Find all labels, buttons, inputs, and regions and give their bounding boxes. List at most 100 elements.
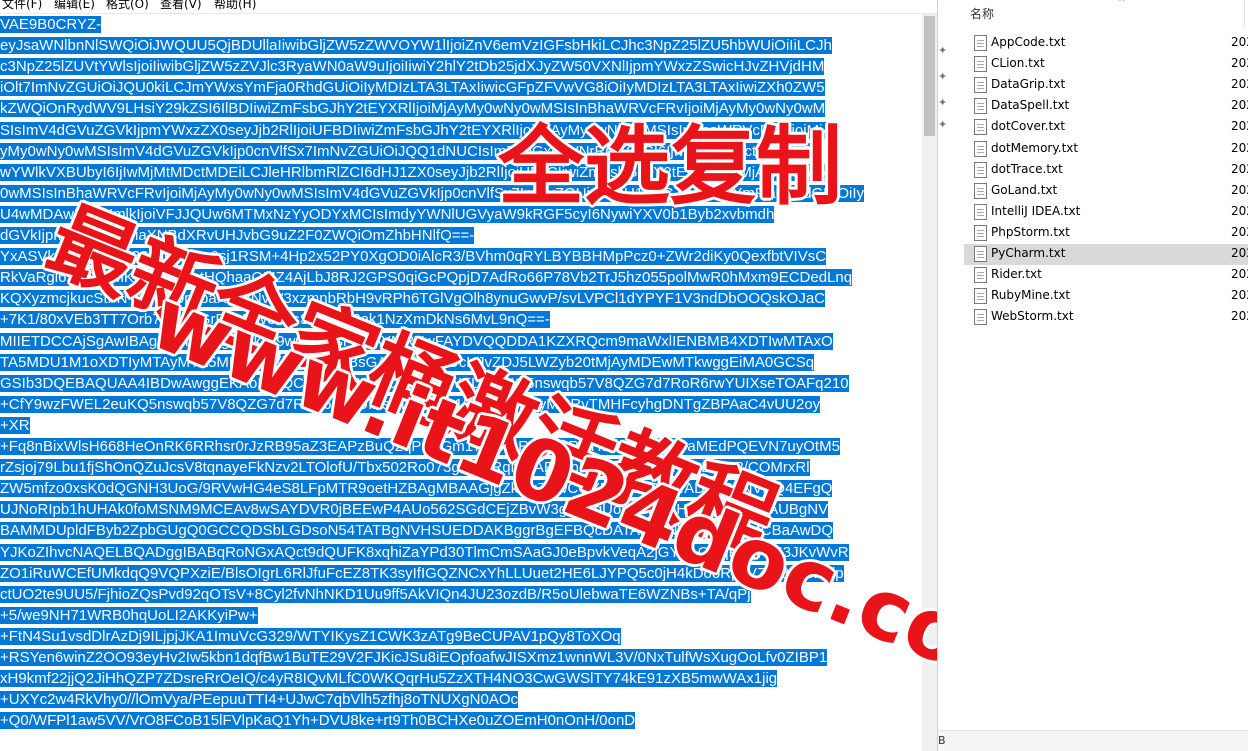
text-line: eyJsaWNlbnNlSWQiOiJWQUU5QjBDUllaIiwibGlj… — [0, 35, 832, 56]
file-item[interactable]: PhpStorm.txt 202 — [964, 223, 1248, 244]
file-modified-date: 202 — [1231, 203, 1248, 218]
text-file-icon — [974, 56, 987, 73]
menu-bar: 文件(F) 编辑(E) 格式(O) 查看(V) 帮助(H) — [0, 0, 937, 14]
selected-text: c3NpZ25lZUVtYWlsIjoiIiwibGljZW5zZVJlc3Ry… — [0, 58, 825, 76]
file-name: CLion.txt — [991, 56, 1045, 71]
file-modified-date: 202 — [1231, 161, 1248, 176]
text-file-icon — [974, 140, 987, 157]
text-file-icon — [974, 77, 987, 94]
file-name: IntelliJ IDEA.txt — [991, 203, 1081, 218]
text-file-icon — [974, 224, 987, 241]
status-text: B — [938, 734, 946, 747]
text-line: +RSYen6winZ2OO93eyHv2Iw5kbn1dqfBw1BuTE29… — [0, 647, 828, 668]
file-modified-date: 202 — [1231, 246, 1248, 260]
notepad-window: 文件(F) 编辑(E) 格式(O) 查看(V) 帮助(H) VAE9B0CRYZ… — [0, 0, 937, 751]
selected-text: VAE9B0CRYZ- — [0, 16, 102, 33]
file-item[interactable]: RubyMine.txt 202 — [964, 286, 1248, 307]
text-line: c3NpZ25lZUVtYWlsIjoiIiwibGljZW5zZVJlc3Ry… — [0, 56, 825, 77]
pin-icon[interactable]: ✦ — [938, 44, 947, 57]
file-item[interactable]: WebStorm.txt 202 — [964, 307, 1248, 328]
file-modified-date: 202 — [1231, 224, 1248, 239]
column-separator[interactable] — [1244, 0, 1245, 28]
text-line: +FtN4Su1vsdDlrAzDj9ILjpjJKA1ImuVcG329/WT… — [0, 626, 621, 647]
scrollbar-thumb[interactable] — [924, 16, 935, 136]
file-explorer-window: ✦ ✦ ✦ ✦ 名称 ^ 修改 AppCode.txt 202 CLion.txt 2… — [938, 0, 1248, 751]
file-item[interactable]: dotTrace.txt 202 — [964, 160, 1248, 181]
menu-edit[interactable]: 编辑(E) — [54, 0, 95, 11]
file-item[interactable]: DataGrip.txt 202 — [964, 75, 1248, 96]
text-file-icon — [974, 182, 987, 199]
file-modified-date: 202 — [1231, 267, 1248, 282]
watermark-title: 全选复制 — [498, 117, 842, 217]
file-name: RubyMine.txt — [991, 288, 1071, 303]
selected-text: eyJsaWNlbnNlSWQiOiJWQUU5QjBDUllaIiwibGlj… — [0, 37, 832, 55]
file-item[interactable]: PyCharm.txt 202 — [964, 244, 1248, 265]
file-name: WebStorm.txt — [991, 309, 1074, 324]
file-modified-date: 202 — [1231, 288, 1248, 303]
text-file-icon — [974, 119, 987, 136]
file-name: GoLand.txt — [991, 182, 1058, 197]
file-item[interactable]: dotCover.txt 202 — [964, 117, 1248, 138]
text-file-icon — [974, 98, 987, 115]
selected-text: +5/we9NH71WRB0hqUoLI2AKKyiPw+ — [0, 606, 258, 624]
text-file-icon — [974, 267, 987, 284]
file-modified-date: 202 — [1231, 77, 1248, 92]
file-modified-date: 202 — [1231, 140, 1248, 155]
file-item[interactable]: Rider.txt 202 — [964, 265, 1248, 286]
file-modified-date: 202 — [1231, 98, 1248, 113]
text-line: +5/we9NH71WRB0hqUoLI2AKKyiPw+ — [0, 605, 258, 626]
column-name-header[interactable]: 名称 — [970, 5, 994, 22]
selected-text: +UXYc2w4RkVhy0//lOmVya/PEepuuTTI4+UJwC7q… — [0, 691, 518, 709]
text-line: VAE9B0CRYZ- — [0, 14, 102, 35]
text-file-icon — [974, 309, 987, 326]
file-modified-date: 202 — [1231, 119, 1248, 134]
file-name: PhpStorm.txt — [991, 224, 1070, 239]
file-name: PyCharm.txt — [991, 246, 1066, 260]
text-file-icon — [974, 35, 987, 51]
file-item[interactable]: DataSpell.txt 202 — [964, 96, 1248, 117]
file-modified-date: 202 — [1231, 56, 1248, 71]
menu-format[interactable]: 格式(O) — [106, 0, 149, 11]
file-modified-date: 202 — [1231, 182, 1248, 197]
file-item[interactable]: CLion.txt 202 — [964, 54, 1248, 75]
text-file-icon — [974, 246, 987, 262]
file-name: dotCover.txt — [991, 119, 1066, 134]
selected-text: ctUO2te9UU5/FjhioZQsPvd92qOTsV+8Cyl2fvNh… — [0, 585, 751, 603]
selected-text: xH9kmf22jjQ2JiHhQZP7ZDsreRrOeIQ/c4yR8IQv… — [0, 670, 778, 688]
file-name: Rider.txt — [991, 267, 1042, 282]
selected-text: iOlt7ImNvZGUiOiJQU0kiLCJmYWxsYmFja0RhdGU… — [0, 79, 825, 97]
menu-file[interactable]: 文件(F) — [2, 0, 42, 11]
file-item[interactable]: AppCode.txt 202 — [964, 33, 1248, 54]
selected-text: +RSYen6winZ2OO93eyHv2Iw5kbn1dqfBw1BuTE29… — [0, 649, 828, 666]
pin-icon[interactable]: ✦ — [938, 70, 947, 83]
selected-text: +XR — [0, 416, 30, 434]
pin-icon[interactable]: ✦ — [938, 118, 947, 131]
column-header: 名称 ^ 修改 — [960, 0, 1248, 28]
file-name: dotMemory.txt — [991, 140, 1079, 155]
file-item[interactable]: dotMemory.txt 202 — [964, 139, 1248, 160]
text-file-icon — [974, 203, 987, 220]
file-item[interactable]: IntelliJ IDEA.txt 202 — [964, 202, 1248, 223]
file-modified-date: 202 — [1231, 35, 1248, 49]
sort-ascending-icon: ^ — [1118, 0, 1126, 8]
file-name: DataSpell.txt — [991, 98, 1070, 113]
selected-text: +Q0/WFPl1aw5VV/VrO8FCoB15lFVlpKaQ1Yh+DVU… — [0, 712, 636, 730]
text-line: +UXYc2w4RkVhy0//lOmVya/PEepuuTTI4+UJwC7q… — [0, 689, 518, 710]
selected-text: +FtN4Su1vsdDlrAzDj9ILjpjJKA1ImuVcG329/WT… — [0, 627, 621, 645]
file-name: AppCode.txt — [991, 35, 1066, 49]
menu-view[interactable]: 查看(V) — [160, 0, 202, 11]
text-file-icon — [974, 288, 987, 305]
text-line: xH9kmf22jjQ2JiHhQZP7ZDsreRrOeIQ/c4yR8IQv… — [0, 668, 778, 689]
text-line: ctUO2te9UU5/FjhioZQsPvd92qOTsV+8Cyl2fvNh… — [0, 584, 751, 605]
status-bar: B — [938, 730, 1248, 751]
text-line: +XR — [0, 415, 30, 436]
navigation-pane: ✦ ✦ ✦ ✦ — [938, 0, 960, 751]
file-name: dotTrace.txt — [991, 161, 1063, 176]
file-modified-date: 202 — [1231, 309, 1248, 324]
menu-help[interactable]: 帮助(H) — [214, 0, 256, 11]
pin-icon[interactable]: ✦ — [938, 96, 947, 109]
file-name: DataGrip.txt — [991, 77, 1066, 92]
text-file-icon — [974, 161, 987, 178]
text-line: +Q0/WFPl1aw5VV/VrO8FCoB15lFVlpKaQ1Yh+DVU… — [0, 710, 636, 731]
file-item[interactable]: GoLand.txt 202 — [964, 181, 1248, 202]
